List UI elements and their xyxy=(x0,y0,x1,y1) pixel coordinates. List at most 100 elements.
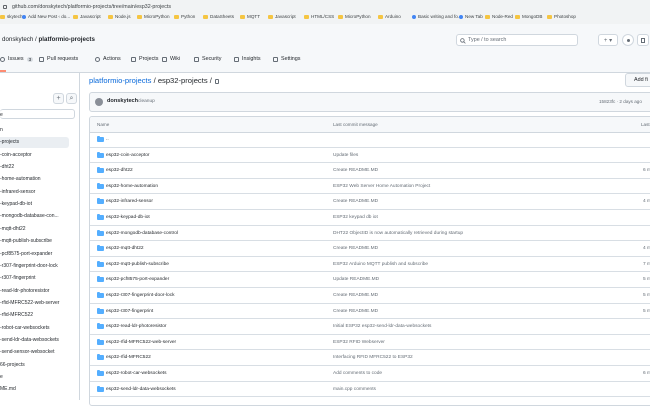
table-row[interactable]: esp32-send-ldr-data-websockets main.cpp c… xyxy=(90,382,650,398)
bookmark-item[interactable]: MicroPython xyxy=(137,14,170,19)
table-row[interactable]: esp32-dht22 Create README.MD 6 m xyxy=(90,163,650,179)
file-tree-item[interactable]: ME.md xyxy=(0,384,70,395)
file-tree-item[interactable]: -robot-car-websockets xyxy=(0,323,70,334)
branch-filter[interactable]: e xyxy=(0,109,75,119)
table-row[interactable]: esp32-mongodb-database-control DHT22 Obje… xyxy=(90,226,650,242)
search-input[interactable]: Type / to search xyxy=(456,34,578,46)
table-row[interactable]: esp32-r307-fingerprint-door-lock Create R… xyxy=(90,288,650,304)
table-row[interactable]: esp32-read-ldr-photoresistor Initial ESP3… xyxy=(90,319,650,335)
bookmark-item[interactable]: Javascript xyxy=(268,14,296,19)
commit-message-link[interactable]: ESP32 keypad db iot xyxy=(333,215,378,220)
folder-name-link[interactable]: esp32-read-ldr-photoresistor xyxy=(106,324,167,329)
commit-message-link[interactable]: Create README.MD xyxy=(333,309,378,314)
file-tree-item[interactable]: e xyxy=(0,372,70,383)
bookmark-item[interactable]: Python xyxy=(174,14,195,19)
bookmark-item[interactable]: MicroPython xyxy=(338,14,371,19)
issues-icon-button[interactable] xyxy=(622,34,634,46)
create-new-button[interactable]: + ▾ xyxy=(598,34,618,46)
file-tree-item[interactable]: -projects xyxy=(0,137,69,149)
folder-name-link[interactable]: esp32-mqtt-publish-subscribe xyxy=(106,262,169,267)
folder-name-link[interactable]: esp32-send-ldr-data-websockets xyxy=(106,387,176,392)
table-row[interactable]: esp32-mqtt-publish-subscribe ESP32 Arduin… xyxy=(90,257,650,273)
table-row[interactable]: esp32-rfid-MFRC522-web-server ESP32 RFID … xyxy=(90,335,650,351)
table-row[interactable]: esp32-infrared-sensor Create README.MD 4 m xyxy=(90,194,650,210)
bookmark-item[interactable]: Photoshop xyxy=(547,14,576,19)
commit-message-link[interactable]: ESP32 Web Server Home Automation Project xyxy=(333,184,430,189)
bookmark-item[interactable]: Node-Red xyxy=(485,14,513,19)
tab-projects[interactable]: Projects xyxy=(131,56,158,62)
folder-name-link[interactable]: esp32-mongodb-database-control xyxy=(106,231,178,236)
file-tree-item[interactable]: -mqtt-publish-subscribe xyxy=(0,236,70,247)
bookmark-item[interactable]: Basic writing and fo... xyxy=(412,14,462,19)
bookmark-item[interactable]: New Tab xyxy=(459,14,483,19)
commit-message-link[interactable]: DHT22 ObjectID is now automatically retr… xyxy=(333,231,463,236)
address-bar[interactable]: github.com/donskytech/platformio-project… xyxy=(0,2,650,11)
file-tree-item[interactable]: -read-ldr-photoresistor xyxy=(0,286,70,297)
tab-security[interactable]: Security xyxy=(194,56,221,62)
commit-message-link[interactable]: Add comments to code xyxy=(333,371,382,376)
folder-name-link[interactable]: esp32-r307-fingerprint xyxy=(106,309,153,314)
tab-issues[interactable]: Issues 3 xyxy=(0,56,34,62)
commit-meta[interactable]: 15823fc · 2 days ago xyxy=(599,99,642,104)
file-tree-item[interactable]: -pcf8575-port-expander xyxy=(0,249,70,260)
file-tree-item[interactable]: -r307-fingerprint-door-lock xyxy=(0,261,70,272)
file-tree-item[interactable]: -mongodb-database-con... xyxy=(0,211,70,222)
add-file-button[interactable]: Add fi xyxy=(625,73,650,87)
bookmark-item[interactable]: Arduino xyxy=(378,14,401,19)
bookmark-item[interactable]: Javascript xyxy=(73,14,101,19)
folder-name-link[interactable]: esp32-coin-acceptor xyxy=(106,153,149,158)
folder-name-link[interactable]: esp32-keypad-db-iot xyxy=(106,215,150,220)
file-tree-item[interactable]: -infrared-sensor xyxy=(0,187,70,198)
bookmark-item[interactable]: MQTT xyxy=(240,14,260,19)
table-row[interactable]: esp32-r307-fingerprint Create README.MD 5 … xyxy=(90,304,650,320)
file-tree-item[interactable]: -send-ldr-data-websockets xyxy=(0,335,70,346)
path-repo-link[interactable]: platformio-projects xyxy=(89,76,151,85)
parent-directory-row[interactable]: .. xyxy=(90,132,650,148)
parent-directory-link[interactable]: .. xyxy=(106,137,109,142)
commit-message[interactable]: cleanup xyxy=(138,99,155,104)
tab-insights[interactable]: Insights xyxy=(234,56,261,62)
commit-message-link[interactable]: Create README.MD xyxy=(333,293,378,298)
bookmark-item[interactable]: HTML/CSS xyxy=(304,14,334,19)
table-row[interactable]: esp32-home-automation ESP32 Web Server Ho… xyxy=(90,179,650,195)
tab-actions[interactable]: Actions xyxy=(95,56,121,62)
file-tree-item[interactable]: -rfid-MFRC522-web-server xyxy=(0,298,70,309)
tab-pull-requests[interactable]: Pull requests xyxy=(39,56,78,62)
avatar[interactable] xyxy=(95,98,103,106)
bookmark-item[interactable]: DataSheets xyxy=(203,14,234,19)
copy-path-icon[interactable] xyxy=(214,78,219,84)
url-text[interactable]: github.com/donskytech/platformio-project… xyxy=(12,4,171,10)
repo-link[interactable]: platformio-projects xyxy=(39,36,95,43)
commit-message-link[interactable]: Create README.MD xyxy=(333,199,378,204)
file-tree-item[interactable]: -r307-fingerprint xyxy=(0,273,70,284)
file-tree-item[interactable]: -coin-acceptor xyxy=(0,150,70,161)
owner-link[interactable]: donskytech xyxy=(2,36,33,43)
folder-name-link[interactable]: esp32-mqtt-dht22 xyxy=(106,246,144,251)
folder-name-link[interactable]: esp32-r307-fingerprint-door-lock xyxy=(106,293,175,298)
commit-message-link[interactable]: Update files xyxy=(333,153,358,158)
file-tree-item[interactable]: -send-sensor-websocket xyxy=(0,347,70,358)
table-row[interactable]: esp32-pcf8575-port-expander Update README… xyxy=(90,272,650,288)
commit-message-link[interactable]: Initial ESP32 esp32-send-ldr-data-websoc… xyxy=(333,324,431,329)
pull-requests-icon-button[interactable] xyxy=(637,34,649,46)
commit-message-link[interactable]: Create README.MD xyxy=(333,246,378,251)
file-tree-item[interactable]: -dht22 xyxy=(0,162,70,173)
add-file-sidebar-button[interactable]: + xyxy=(53,93,64,104)
file-tree-item[interactable]: -rfid-MFRC522 xyxy=(0,310,70,321)
table-row[interactable]: esp32-robot-car-websockets Add comments t… xyxy=(90,366,650,382)
search-files-button[interactable]: ⌕ xyxy=(66,93,77,104)
file-tree-item[interactable]: n xyxy=(0,125,70,136)
file-tree-item[interactable]: -mqtt-dht22 xyxy=(0,224,70,235)
commit-message-link[interactable]: Update README.MD xyxy=(333,277,379,282)
commit-message-link[interactable]: ESP32 RFID Webserver xyxy=(333,340,385,345)
file-tree-item[interactable]: -home-automation xyxy=(0,174,70,185)
table-row[interactable]: esp32-coin-acceptor Update files xyxy=(90,148,650,164)
tab-wiki[interactable]: Wiki xyxy=(162,56,180,62)
folder-name-link[interactable]: esp32-dht22 xyxy=(106,168,133,173)
commit-author[interactable]: donskytech xyxy=(107,98,138,104)
commit-message-link[interactable]: main.cpp comments xyxy=(333,387,376,392)
table-row[interactable]: esp32-rfid-MFRC522 Interfacing RFID MFRC5… xyxy=(90,350,650,366)
folder-name-link[interactable]: esp32-infrared-sensor xyxy=(106,199,153,204)
folder-name-link[interactable]: esp32-robot-car-websockets xyxy=(106,371,167,376)
file-tree-item[interactable]: 66-projects xyxy=(0,360,70,371)
